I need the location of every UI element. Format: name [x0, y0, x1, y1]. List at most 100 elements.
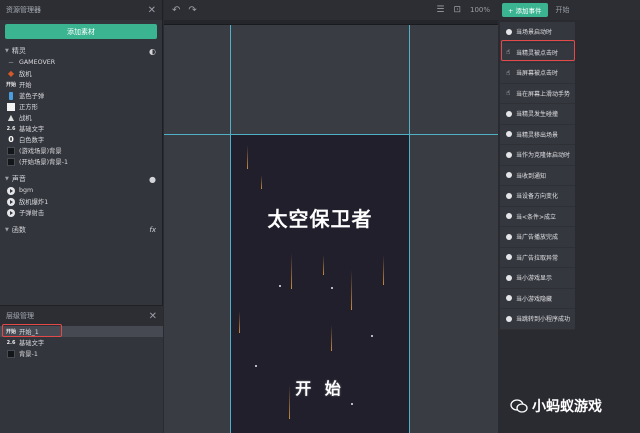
sprites-section-header[interactable]: ▼精灵 ◐ [0, 45, 162, 57]
sprite-item[interactable]: 蓝色子弹 [0, 90, 162, 101]
blue-bullet-icon [7, 92, 15, 100]
sprite-item[interactable]: 正方形 [0, 101, 162, 112]
event-item[interactable]: 当精灵移出场景 [500, 125, 575, 146]
guide-line [409, 25, 410, 433]
sprite-label: (开始场景)背景-1 [19, 157, 68, 166]
sound-section-header[interactable]: ▼声音 ● [0, 173, 162, 185]
star [351, 403, 353, 405]
event-label: 当设备方向变化 [516, 191, 558, 200]
sprite-label: (游戏场景)背景 [19, 146, 62, 155]
play-icon[interactable] [7, 198, 15, 206]
event-label: 当广告播放完成 [516, 232, 558, 241]
collapse-triangle-icon[interactable]: ▼ [5, 48, 9, 54]
meteor-streak [331, 325, 332, 351]
sprite-item[interactable]: —GAMEOVER [0, 57, 162, 68]
sound-label: bgm [19, 187, 33, 194]
sprite-label: 开始 [19, 80, 32, 89]
undo-icon[interactable]: ↶ [172, 5, 180, 16]
game-preview[interactable]: 太空保卫者 开 始 [231, 135, 409, 433]
wechat-icon [510, 399, 528, 413]
layer-manager-title: 层级管理 [6, 311, 34, 321]
play-icon [506, 172, 512, 178]
event-label: 当广告拉取异常 [516, 253, 558, 262]
highlight-box [501, 40, 575, 61]
close-icon[interactable]: ✕ [149, 311, 157, 322]
horizontal-ruler [164, 20, 498, 25]
tab-start[interactable]: 开始 [556, 5, 570, 15]
collapse-triangle-icon[interactable]: ▼ [5, 227, 9, 233]
play-icon [506, 29, 512, 35]
function-icon[interactable]: fx [149, 226, 156, 234]
play-icon[interactable] [7, 187, 15, 195]
event-label: 当作为克隆体启动时 [516, 150, 570, 159]
bg-icon [7, 158, 15, 166]
text-icon: 2.6 [7, 125, 15, 133]
play-icon [506, 213, 512, 219]
layer-item[interactable]: 背景-1 [0, 348, 163, 359]
sprite-item[interactable]: (开始场景)背景-1 [0, 156, 162, 167]
event-label: 当收到通知 [516, 171, 546, 180]
event-item[interactable]: 当设备方向变化 [500, 186, 575, 207]
event-item[interactable]: 当小游戏隐藏 [500, 289, 575, 310]
sound-item[interactable]: 子弹射击 [0, 207, 162, 218]
start-sprite[interactable]: 开 始 [231, 375, 409, 399]
palette-icon[interactable]: ◐ [149, 47, 156, 56]
meteor-streak [291, 253, 292, 289]
add-event-button[interactable]: + 添加事件 [502, 3, 548, 17]
redo-icon[interactable]: ↷ [188, 5, 196, 16]
sound-label: 子弹射击 [19, 208, 44, 217]
event-label: 当跳转到小程序成功 [516, 314, 570, 323]
sound-item[interactable]: bgm [0, 185, 162, 196]
sprite-item[interactable]: (游戏场景)背景 [0, 145, 162, 156]
settings-sliders-icon[interactable]: ☰ [436, 5, 444, 15]
play-icon [506, 316, 512, 322]
event-item[interactable]: 当广告拉取异常 [500, 248, 575, 269]
meteor-streak [261, 175, 262, 189]
scene-canvas[interactable]: ↶ ↷ ☰ ⊡ 100% 太空保卫者 开 始 [164, 0, 498, 433]
close-icon[interactable]: ✕ [148, 5, 156, 16]
play-icon[interactable] [7, 209, 15, 217]
sprite-item[interactable]: ◆敌机 [0, 68, 162, 79]
event-item[interactable]: 当作为克隆体启动时 [500, 145, 575, 166]
line-icon: — [7, 59, 15, 67]
play-icon [506, 295, 512, 301]
sprite-item[interactable]: 0白色数字 [0, 134, 162, 145]
add-asset-button[interactable]: 添加素材 [5, 24, 157, 39]
sprites-section-label: 精灵 [12, 46, 26, 56]
bg-icon [7, 350, 15, 358]
collapse-triangle-icon[interactable]: ▼ [5, 176, 9, 182]
event-item[interactable]: 当跳转到小程序成功 [500, 309, 575, 330]
event-list: 当场景启动时 ☝当精灵被点击时 ☝当屏幕被点击时 ☝当在屏幕上滑动手势 当精灵发… [500, 22, 575, 330]
event-item[interactable]: ☝当在屏幕上滑动手势 [500, 84, 575, 105]
event-item[interactable]: ☝当屏幕被点击时 [500, 63, 575, 84]
layer-manager-header: 层级管理 ✕ [0, 306, 163, 326]
play-icon [506, 111, 512, 117]
zoom-level[interactable]: 100% [470, 6, 490, 14]
number-icon: 0 [7, 136, 15, 144]
microphone-icon[interactable]: ● [149, 175, 156, 184]
highlight-box [2, 324, 62, 337]
square-icon [7, 103, 15, 111]
event-item[interactable]: 当精灵发生碰撞 [500, 104, 575, 125]
star [371, 335, 373, 337]
event-item[interactable]: 当收到通知 [500, 166, 575, 187]
layer-label: 背景-1 [19, 349, 38, 358]
play-icon [506, 131, 512, 137]
sprite-item[interactable]: 开始开始 [0, 79, 162, 90]
layer-item[interactable]: 2.6基础文字 [0, 337, 163, 348]
event-item[interactable]: 当<条件>成立 [500, 207, 575, 228]
watermark-text: 小蚂蚁游戏 [532, 396, 602, 416]
event-item[interactable]: 当小游戏显示 [500, 268, 575, 289]
star [331, 287, 333, 289]
functions-section-header[interactable]: ▼函数 fx [0, 224, 162, 236]
sound-item[interactable]: 敌机爆炸1 [0, 196, 162, 207]
enemy-ship-icon: ◆ [7, 70, 15, 78]
event-item[interactable]: 当广告播放完成 [500, 227, 575, 248]
events-panel: + 添加事件 开始 当场景启动时 ☝当精灵被点击时 ☝当屏幕被点击时 ☝当在屏幕… [498, 0, 640, 433]
meteor-streak [323, 255, 324, 275]
sprite-item[interactable]: 2.6基础文字 [0, 123, 162, 134]
sprite-label: 正方形 [19, 102, 38, 111]
zoom-fit-icon[interactable]: ⊡ [453, 5, 461, 15]
sprite-item[interactable]: ▲战机 [0, 112, 162, 123]
meteor-streak [239, 311, 240, 333]
